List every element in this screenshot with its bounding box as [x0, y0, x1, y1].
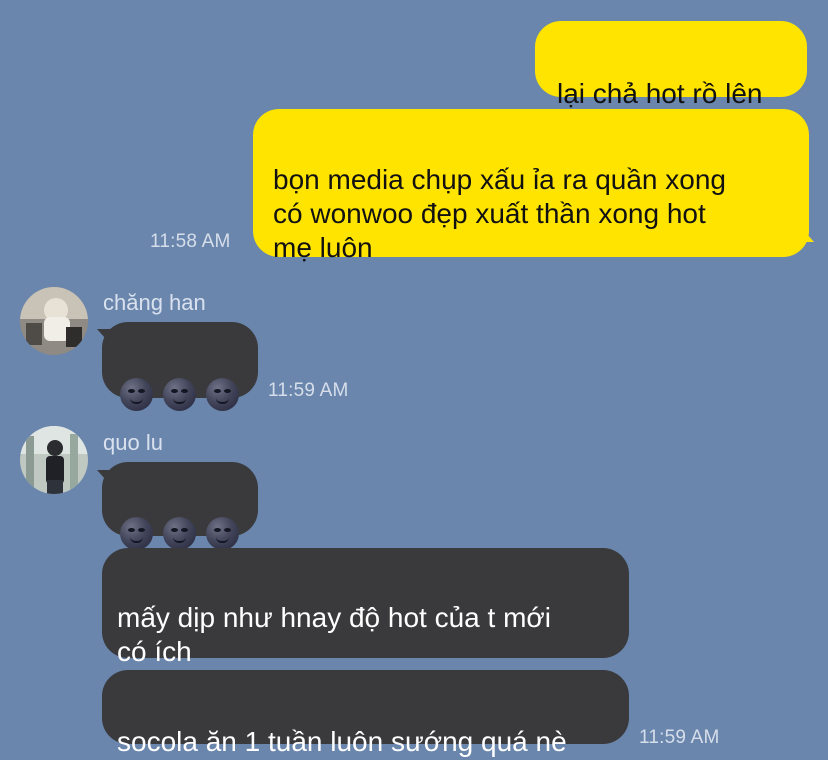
message-text: lại chả hot rồ lên: [557, 78, 763, 109]
timestamp: 11:59 AM: [268, 380, 349, 401]
new-moon-face-icon: [206, 516, 239, 550]
timestamp: 11:59 AM: [639, 727, 720, 748]
sender-name: chăng han: [103, 290, 206, 315]
new-moon-face-icon: [206, 377, 239, 411]
new-moon-face-icon: [163, 516, 196, 550]
new-moon-face-icon: [163, 377, 196, 411]
new-moon-face-icon: [120, 377, 153, 411]
new-moon-face-icon: [120, 516, 153, 550]
avatar-photo: [20, 426, 88, 494]
outgoing-message-bubble[interactable]: lại chả hot rồ lên: [535, 21, 807, 109]
incoming-message-bubble[interactable]: [102, 462, 258, 550]
emoji-row: [102, 356, 258, 432]
outgoing-message-bubble[interactable]: bọn media chụp xấu ỉa ra quần xong có wo…: [253, 109, 809, 263]
incoming-message-bubble[interactable]: mấy dịp như hnay độ hot của t mới có ích: [102, 548, 629, 667]
message-text: mấy dịp như hnay độ hot của t mới có ích: [117, 602, 551, 667]
chat-view: lại chả hot rồ lên bọn media chụp xấu ỉa…: [0, 0, 828, 760]
sender-name: quo lu: [103, 430, 163, 455]
avatar-photo: [20, 287, 88, 355]
message-text: bọn media chụp xấu ỉa ra quần xong có wo…: [273, 164, 726, 263]
timestamp: 11:58 AM: [150, 231, 231, 252]
incoming-message-bubble[interactable]: [102, 322, 258, 411]
incoming-message-bubble[interactable]: socola ăn 1 tuần luôn sướng quá nè: [102, 670, 629, 757]
message-text: socola ăn 1 tuần luôn sướng quá nè: [117, 726, 567, 757]
avatar[interactable]: [20, 287, 88, 355]
avatar[interactable]: [20, 426, 88, 494]
